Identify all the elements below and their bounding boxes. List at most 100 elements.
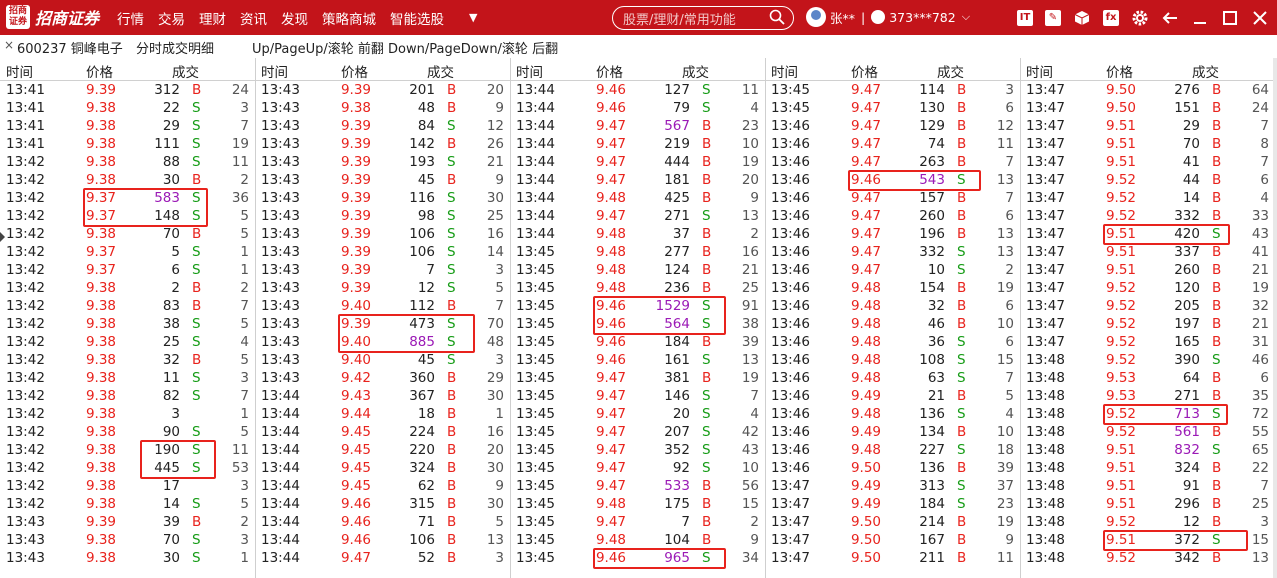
table-row[interactable]: 13:41 9.38 111 S 19 <box>0 135 255 153</box>
table-row[interactable]: 13:46 9.49 134 B 10 <box>765 423 1020 441</box>
table-row[interactable]: 13:46 9.50 136 B 39 <box>765 459 1020 477</box>
table-row[interactable]: 13:47 9.52 165 B 31 <box>1020 333 1275 351</box>
table-row[interactable]: 13:44 9.45 324 B 30 <box>255 459 510 477</box>
table-row[interactable]: 13:48 9.53 271 B 35 <box>1020 387 1275 405</box>
table-row[interactable]: 13:46 9.48 108 S 15 <box>765 351 1020 369</box>
table-row[interactable]: 13:47 9.50 167 B 9 <box>765 531 1020 549</box>
table-row[interactable]: 13:42 9.38 30 B 2 <box>0 171 255 189</box>
table-row[interactable]: 13:46 9.47 260 B 6 <box>765 207 1020 225</box>
table-row[interactable]: 13:45 9.47 381 B 19 <box>510 369 765 387</box>
table-row[interactable]: 13:46 9.49 21 B 5 <box>765 387 1020 405</box>
close-icon[interactable] <box>1251 9 1269 27</box>
scrollbar[interactable] <box>1273 58 1277 578</box>
table-row[interactable]: 13:47 9.49 184 S 23 <box>765 495 1020 513</box>
table-row[interactable]: 13:47 9.50 214 B 19 <box>765 513 1020 531</box>
user-account[interactable]: 张** | 373***782 ⌵ <box>806 7 970 27</box>
chart-icon[interactable]: ✎ <box>1045 9 1061 26</box>
table-row[interactable]: 13:44 9.43 367 B 30 <box>255 387 510 405</box>
table-row[interactable]: 13:45 9.48 236 B 25 <box>510 279 765 297</box>
table-row[interactable]: 13:46 9.48 46 B 10 <box>765 315 1020 333</box>
table-row[interactable]: 13:45 9.46 161 S 13 <box>510 351 765 369</box>
table-row[interactable]: 13:44 9.47 567 B 23 <box>510 117 765 135</box>
table-row[interactable]: 13:47 9.51 29 B 7 <box>1020 117 1275 135</box>
table-row[interactable]: 13:46 9.47 129 B 12 <box>765 117 1020 135</box>
table-row[interactable]: 13:46 9.47 263 B 7 <box>765 153 1020 171</box>
table-row[interactable]: 13:45 9.48 277 B 16 <box>510 243 765 261</box>
table-row[interactable]: 13:42 9.38 32 B 5 <box>0 351 255 369</box>
table-row[interactable]: 13:46 9.48 136 S 4 <box>765 405 1020 423</box>
table-row[interactable]: 13:47 9.52 332 B 33 <box>1020 207 1275 225</box>
nav-item-discover[interactable]: 发现 <box>281 8 308 28</box>
table-row[interactable]: 13:46 9.47 74 B 11 <box>765 135 1020 153</box>
table-row[interactable]: 13:45 9.48 124 B 21 <box>510 261 765 279</box>
table-row[interactable]: 13:44 9.48 37 B 2 <box>510 225 765 243</box>
table-row[interactable]: 13:47 9.51 70 B 8 <box>1020 135 1275 153</box>
maximize-icon[interactable] <box>1221 9 1239 27</box>
table-row[interactable]: 13:45 9.47 207 S 42 <box>510 423 765 441</box>
table-row[interactable]: 13:43 9.40 45 S 3 <box>255 351 510 369</box>
table-row[interactable]: 13:42 9.38 38 S 5 <box>0 315 255 333</box>
fx-icon[interactable]: fx <box>1103 9 1119 26</box>
table-row[interactable]: 13:44 9.46 315 B 30 <box>255 495 510 513</box>
it-icon[interactable]: IT <box>1017 9 1033 26</box>
table-row[interactable]: 13:47 9.52 44 B 6 <box>1020 171 1275 189</box>
table-row[interactable]: 13:43 9.38 48 B 9 <box>255 99 510 117</box>
table-row[interactable]: 13:46 9.47 196 B 13 <box>765 225 1020 243</box>
search-icon[interactable] <box>769 9 785 25</box>
table-row[interactable]: 13:41 9.38 22 S 3 <box>0 99 255 117</box>
table-row[interactable]: 13:42 9.38 190 S 11 <box>0 441 255 459</box>
table-row[interactable]: 13:43 9.39 12 S 5 <box>255 279 510 297</box>
table-row[interactable]: 13:42 9.38 88 S 11 <box>0 153 255 171</box>
table-row[interactable]: 13:47 9.52 14 B 4 <box>1020 189 1275 207</box>
table-row[interactable]: 13:44 9.46 79 S 4 <box>510 99 765 117</box>
table-row[interactable]: 13:48 9.51 324 B 22 <box>1020 459 1275 477</box>
table-row[interactable]: 13:44 9.48 425 B 9 <box>510 189 765 207</box>
table-row[interactable]: 13:48 9.52 561 B 55 <box>1020 423 1275 441</box>
table-row[interactable]: 13:46 9.47 10 S 2 <box>765 261 1020 279</box>
table-row[interactable]: 13:47 9.50 276 B 64 <box>1020 81 1275 99</box>
account-chevron-down-icon[interactable]: ⌵ <box>962 10 970 24</box>
nav-item-market[interactable]: 行情 <box>117 8 144 28</box>
minimize-icon[interactable] <box>1191 9 1209 27</box>
table-row[interactable]: 13:42 9.38 90 S 5 <box>0 423 255 441</box>
table-row[interactable]: 13:47 9.52 120 B 19 <box>1020 279 1275 297</box>
table-row[interactable]: 13:43 9.38 30 S 1 <box>0 549 255 567</box>
table-row[interactable]: 13:48 9.52 12 B 3 <box>1020 513 1275 531</box>
table-row[interactable]: 13:47 9.49 313 S 37 <box>765 477 1020 495</box>
table-row[interactable]: 13:48 9.51 832 S 65 <box>1020 441 1275 459</box>
table-row[interactable]: 13:43 9.39 142 B 26 <box>255 135 510 153</box>
table-row[interactable]: 13:44 9.47 219 B 10 <box>510 135 765 153</box>
table-row[interactable]: 13:47 9.52 205 B 32 <box>1020 297 1275 315</box>
table-row[interactable]: 13:47 9.50 211 B 11 <box>765 549 1020 567</box>
table-row[interactable]: 13:42 9.38 14 S 5 <box>0 495 255 513</box>
table-row[interactable]: 13:45 9.47 533 B 56 <box>510 477 765 495</box>
cube-icon[interactable] <box>1073 9 1091 27</box>
back-arrow-icon[interactable] <box>1161 9 1179 27</box>
table-row[interactable]: 13:45 9.48 104 B 9 <box>510 531 765 549</box>
table-row[interactable]: 13:45 9.46 184 B 39 <box>510 333 765 351</box>
table-row[interactable]: 13:46 9.48 32 B 6 <box>765 297 1020 315</box>
table-row[interactable]: 13:47 9.50 151 B 24 <box>1020 99 1275 117</box>
table-row[interactable]: 13:43 9.39 7 S 3 <box>255 261 510 279</box>
nav-item-news[interactable]: 资讯 <box>240 8 267 28</box>
table-row[interactable]: 13:41 9.39 312 B 24 <box>0 81 255 99</box>
table-row[interactable]: 13:44 9.45 220 B 20 <box>255 441 510 459</box>
table-row[interactable]: 13:44 9.44 18 B 1 <box>255 405 510 423</box>
table-row[interactable]: 13:45 9.47 7 B 2 <box>510 513 765 531</box>
table-row[interactable]: 13:44 9.46 71 B 5 <box>255 513 510 531</box>
table-row[interactable]: 13:47 9.51 337 B 41 <box>1020 243 1275 261</box>
table-row[interactable]: 13:44 9.46 106 B 13 <box>255 531 510 549</box>
table-row[interactable]: 13:44 9.45 224 B 16 <box>255 423 510 441</box>
table-row[interactable]: 13:47 9.51 41 B 7 <box>1020 153 1275 171</box>
table-row[interactable]: 13:48 9.51 91 B 7 <box>1020 477 1275 495</box>
table-row[interactable]: 13:42 9.38 2 B 2 <box>0 279 255 297</box>
table-row[interactable]: 13:43 9.39 106 S 14 <box>255 243 510 261</box>
table-row[interactable]: 13:44 9.47 52 B 3 <box>255 549 510 567</box>
table-row[interactable]: 13:43 9.38 70 S 3 <box>0 531 255 549</box>
table-row[interactable]: 13:47 9.51 260 B 21 <box>1020 261 1275 279</box>
table-row[interactable]: 13:46 9.48 227 S 18 <box>765 441 1020 459</box>
table-row[interactable]: 13:43 9.39 106 S 16 <box>255 225 510 243</box>
table-row[interactable]: 13:45 9.47 352 S 43 <box>510 441 765 459</box>
table-row[interactable]: 13:44 9.47 271 S 13 <box>510 207 765 225</box>
table-row[interactable]: 13:42 9.37 5 S 1 <box>0 243 255 261</box>
